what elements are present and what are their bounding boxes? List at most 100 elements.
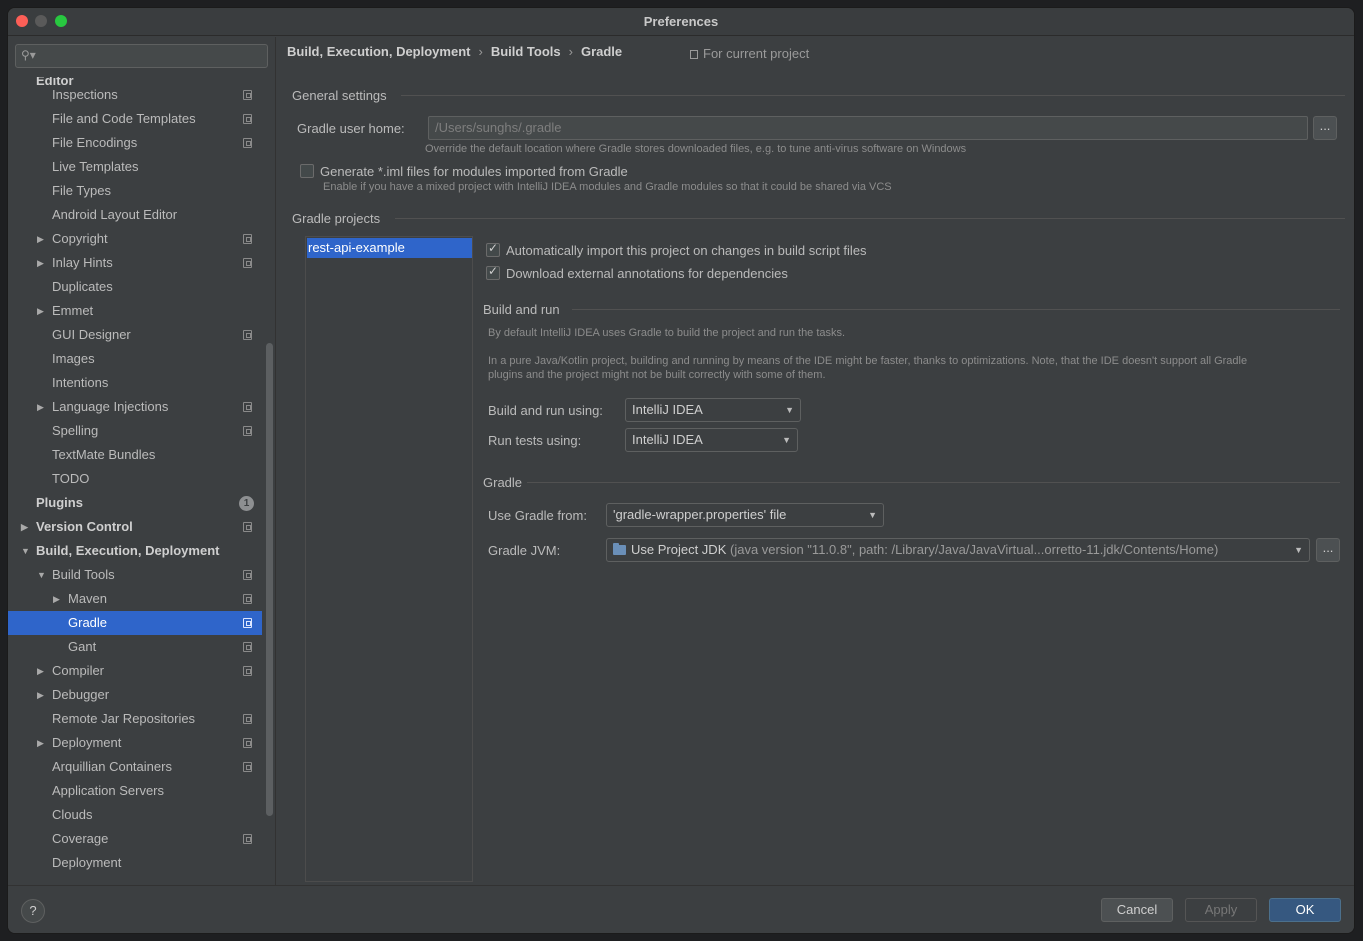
tree-item[interactable]: Remote Jar Repositories (8, 707, 262, 731)
tree-item[interactable]: Duplicates (8, 275, 262, 299)
project-scope-icon (243, 402, 252, 412)
help-button[interactable]: ? (21, 899, 45, 923)
collapsed-arrow-icon[interactable]: ▶ (37, 227, 44, 251)
gradle-jvm-dropdown[interactable]: Use Project JDK (java version "11.0.8", … (606, 538, 1310, 562)
collapsed-arrow-icon[interactable]: ▶ (37, 395, 44, 419)
project-list-item[interactable]: rest-api-example (307, 238, 472, 258)
tree-item-label: TextMate Bundles (52, 447, 156, 462)
download-annotations-checkbox[interactable] (486, 264, 500, 280)
tree-item-label: Remote Jar Repositories (52, 711, 196, 726)
tree-item-label: File and Code Templates (52, 111, 196, 126)
gradle-projects-heading: Gradle projects (292, 211, 381, 226)
tree-item[interactable]: Plugins 1 (8, 491, 262, 515)
tree-item-label: Android Layout Editor (52, 207, 178, 222)
tree-item[interactable]: ▶ Language Injections (8, 395, 262, 419)
tree-item[interactable]: Gant (8, 635, 262, 659)
gradle-projects-list[interactable]: rest-api-example (305, 236, 473, 882)
tree-item[interactable]: ▼ Build Tools (8, 563, 262, 587)
download-annotations-label[interactable]: Download external annotations for depend… (506, 266, 788, 281)
tree-item[interactable]: Gradle (8, 611, 262, 635)
tree-item[interactable]: ▶ Inlay Hints (8, 251, 262, 275)
tree-item[interactable]: Intentions (8, 371, 262, 395)
scope-label: For current project (690, 46, 809, 61)
tree-item[interactable]: Inspections (8, 83, 262, 107)
tree-item[interactable]: ▼ Build, Execution, Deployment (8, 539, 262, 563)
project-scope-icon (243, 426, 252, 436)
apply-button[interactable]: Apply (1185, 898, 1257, 922)
tree-item[interactable]: ▶ Debugger (8, 683, 262, 707)
expanded-arrow-icon[interactable]: ▼ (21, 539, 30, 563)
project-scope-icon (243, 138, 252, 148)
ok-button[interactable]: OK (1269, 898, 1341, 922)
gradle-settings-panel: Build, Execution, Deployment › Build Tools… (277, 37, 1354, 885)
expanded-arrow-icon[interactable]: ▼ (37, 563, 46, 587)
tree-item[interactable]: Arquillian Containers (8, 755, 262, 779)
tree-item-label: Deployment (52, 735, 122, 750)
breadcrumb: Build, Execution, Deployment › Build Tools… (287, 44, 622, 59)
tree-item[interactable]: ▶ Compiler (8, 659, 262, 683)
auto-import-label[interactable]: Automatically import this project on cha… (506, 243, 867, 258)
project-scope-icon (243, 762, 252, 772)
breadcrumb-item[interactable]: Build, Execution, Deployment (287, 44, 470, 59)
build-run-note-line2: plugins and the project might not be bui… (488, 369, 826, 381)
tree-item[interactable]: TODO (8, 467, 262, 491)
collapsed-arrow-icon[interactable]: ▶ (53, 587, 60, 611)
dialog-footer: ? Cancel Apply OK (8, 885, 1354, 933)
tree-item[interactable]: File Types (8, 179, 262, 203)
project-scope-icon (243, 738, 252, 748)
tree-item-label: Coverage (52, 831, 109, 846)
tree-item[interactable]: ▶ Version Control (8, 515, 262, 539)
browse-jvm-button[interactable]: ... (1316, 538, 1340, 562)
chevron-down-icon: ▼ (868, 510, 877, 520)
tree-item[interactable]: GUI Designer (8, 323, 262, 347)
tree-item[interactable]: TextMate Bundles (8, 443, 262, 467)
tree-item[interactable]: ▶ Copyright (8, 227, 262, 251)
collapsed-arrow-icon[interactable]: ▶ (37, 731, 44, 755)
browse-user-home-button[interactable]: ... (1313, 116, 1337, 140)
use-gradle-from-dropdown[interactable]: 'gradle-wrapper.properties' file ▼ (606, 503, 884, 527)
project-scope-icon (243, 234, 252, 244)
tree-item[interactable]: Images (8, 347, 262, 371)
tree-item[interactable]: Android Layout Editor (8, 203, 262, 227)
breadcrumb-item[interactable]: Build Tools (491, 44, 561, 59)
collapsed-arrow-icon[interactable]: ▶ (21, 515, 28, 539)
tree-item[interactable]: Clouds (8, 803, 262, 827)
tree-item[interactable]: ▶ Maven (8, 587, 262, 611)
project-scope-icon (243, 618, 252, 628)
gradle-jvm-label: Gradle JVM: (488, 543, 561, 558)
tree-item-label: Duplicates (52, 279, 113, 294)
tree-item[interactable]: File and Code Templates (8, 107, 262, 131)
tree-item-label: TODO (52, 471, 90, 486)
tree-item-label: Gant (68, 639, 97, 654)
collapsed-arrow-icon[interactable]: ▶ (37, 251, 44, 275)
collapsed-arrow-icon[interactable]: ▶ (37, 683, 44, 707)
collapsed-arrow-icon[interactable]: ▶ (37, 659, 44, 683)
sidebar-scrollbar[interactable] (266, 343, 273, 816)
tree-item[interactable]: Coverage (8, 827, 262, 851)
run-tests-using-dropdown[interactable]: IntelliJ IDEA ▼ (625, 428, 798, 452)
build-and-run-heading: Build and run (483, 302, 560, 317)
settings-search-input[interactable]: ⚲▾ (15, 44, 268, 68)
cancel-button[interactable]: Cancel (1101, 898, 1173, 922)
generate-iml-checkbox[interactable] (300, 164, 314, 178)
tree-item-label: Debugger (52, 687, 110, 702)
tree-item[interactable]: Live Templates (8, 155, 262, 179)
divider (527, 482, 1340, 483)
generate-iml-label[interactable]: Generate *.iml files for modules importe… (320, 164, 628, 179)
build-run-using-dropdown[interactable]: IntelliJ IDEA ▼ (625, 398, 801, 422)
tree-item-label: Application Servers (52, 783, 164, 798)
tree-item[interactable]: ▶ Deployment (8, 731, 262, 755)
tree-item-label: Inlay Hints (52, 255, 113, 270)
use-gradle-from-value: 'gradle-wrapper.properties' file (613, 507, 787, 522)
auto-import-checkbox[interactable] (486, 241, 500, 257)
tree-item[interactable]: Application Servers (8, 779, 262, 803)
tree-item-label: Live Templates (52, 159, 139, 174)
tree-item[interactable]: Spelling (8, 419, 262, 443)
project-scope-icon (243, 714, 252, 724)
gradle-user-home-input[interactable]: /Users/sunghs/.gradle (428, 116, 1308, 140)
collapsed-arrow-icon[interactable]: ▶ (37, 299, 44, 323)
tree-item[interactable]: ▶ Emmet (8, 299, 262, 323)
tree-item[interactable]: Deployment (8, 851, 262, 875)
tree-item[interactable]: File Encodings (8, 131, 262, 155)
tree-item-label: Deployment (52, 855, 122, 870)
